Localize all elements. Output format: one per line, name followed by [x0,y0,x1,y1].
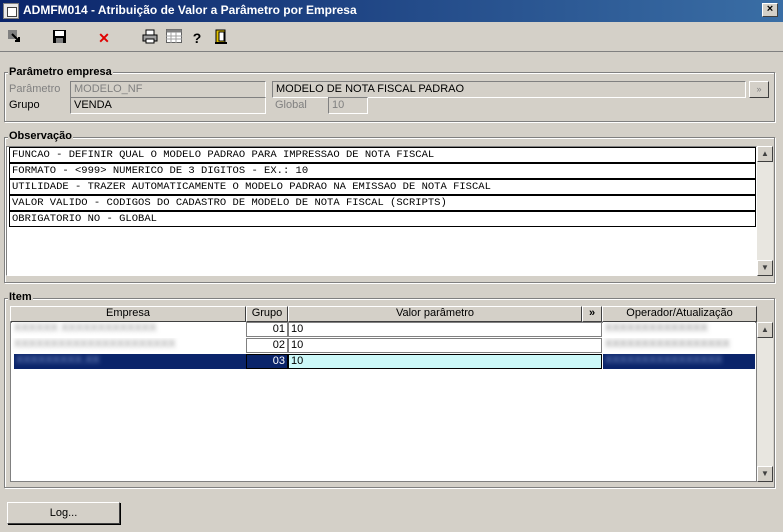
table-row-selected[interactable]: XXXXXXXXX.XX [14,354,246,369]
grupo-label: Grupo [9,99,40,111]
toolbar: ✕ ? [0,22,783,52]
exit-arrow-icon[interactable] [5,29,23,47]
observation-line: VALOR VALIDO - CODIGOS DO CADASTRO DE MO… [9,195,756,211]
operador-cell: XXXXXXXXXXXXXXXX [605,354,723,366]
operador-cell-wrap: XXXXXXXXXXXXXXXX [603,354,755,369]
empresa-cell: XXXXXXXXX.XX [16,354,100,366]
operador-cell: XXXXXXXXXXXXXX [605,322,708,334]
grupo-cell[interactable]: 03 [246,354,288,369]
obs-group-legend: Observação [8,130,73,142]
app-icon [3,3,19,19]
scroll-up-icon[interactable]: ▲ [757,322,773,338]
delete-x-icon[interactable]: ✕ [95,29,113,47]
observation-line: UTILIDADE - TRAZER AUTOMATICAMENTE O MOD… [9,179,756,195]
observation-line: FORMATO - <999> NUMERICO DE 3 DIGITOS - … [9,163,756,179]
grupo-field[interactable]: VENDA [70,97,266,114]
param-group-legend: Parâmetro empresa [8,66,113,78]
grupo-cell[interactable]: 01 [246,322,288,337]
operador-cell: XXXXXXXXXXXXXXXXX [605,338,730,350]
observation-line: FUNCAO - DEFINIR QUAL O MODELO PADRAO PA… [9,147,756,163]
grupo-cell[interactable]: 02 [246,338,288,353]
valor-cell[interactable]: 10 [288,322,602,337]
observation-scrollbar[interactable]: ▲ ▼ [757,146,773,276]
observation-line: OBRIGATORIO NO - GLOBAL [9,211,756,227]
valor-cell[interactable]: 10 [288,338,602,353]
parametro-label: Parâmetro [9,83,61,95]
item-group-legend: Item [8,291,33,303]
scroll-up-icon[interactable]: ▲ [757,146,773,162]
column-header-empresa[interactable]: Empresa [10,306,246,322]
door-exit-icon[interactable] [212,29,230,47]
title-bar: ADMFM014 - Atribuição de Valor a Parâmet… [0,0,783,22]
table-row[interactable]: XXXXXXXXXXXXXXXXXXXXXX [12,338,246,353]
scroll-down-icon[interactable]: ▼ [757,466,773,482]
save-icon[interactable] [50,29,68,47]
print-icon[interactable] [141,29,159,47]
parametro-desc-field[interactable]: MODELO DE NOTA FISCAL PADRAO [272,81,746,98]
global-field[interactable]: 10 [328,97,368,114]
parametro-code-field[interactable]: MODELO_NF [70,81,266,98]
parametro-lookup-button[interactable]: » [749,81,769,98]
grid-icon[interactable] [165,29,183,47]
global-label: Global [275,99,307,111]
operador-cell-wrap: XXXXXXXXXXXXXX [603,322,755,337]
observation-list[interactable]: FUNCAO - DEFINIR QUAL O MODELO PADRAO PA… [6,146,757,276]
empresa-cell: XXXXXX XXXXXXXXXXXXX [14,322,157,334]
help-icon[interactable]: ? [188,29,206,47]
item-scrollbar[interactable]: ▲ ▼ [757,322,773,482]
valor-cell-active[interactable]: 10 [288,354,602,369]
table-row[interactable]: XXXXXX XXXXXXXXXXXXX [12,322,246,337]
column-expand-button[interactable]: » [582,306,602,322]
column-header-valor[interactable]: Valor parâmetro [288,306,582,322]
column-header-grupo[interactable]: Grupo [246,306,288,322]
scroll-down-icon[interactable]: ▼ [757,260,773,276]
close-window-button[interactable]: × [762,3,778,17]
log-button[interactable]: Log... [7,502,120,524]
window-title: ADMFM014 - Atribuição de Valor a Parâmet… [23,3,357,17]
operador-cell-wrap: XXXXXXXXXXXXXXXXX [603,338,755,353]
empresa-cell: XXXXXXXXXXXXXXXXXXXXXX [14,338,176,350]
column-header-operador[interactable]: Operador/Atualização [602,306,757,322]
